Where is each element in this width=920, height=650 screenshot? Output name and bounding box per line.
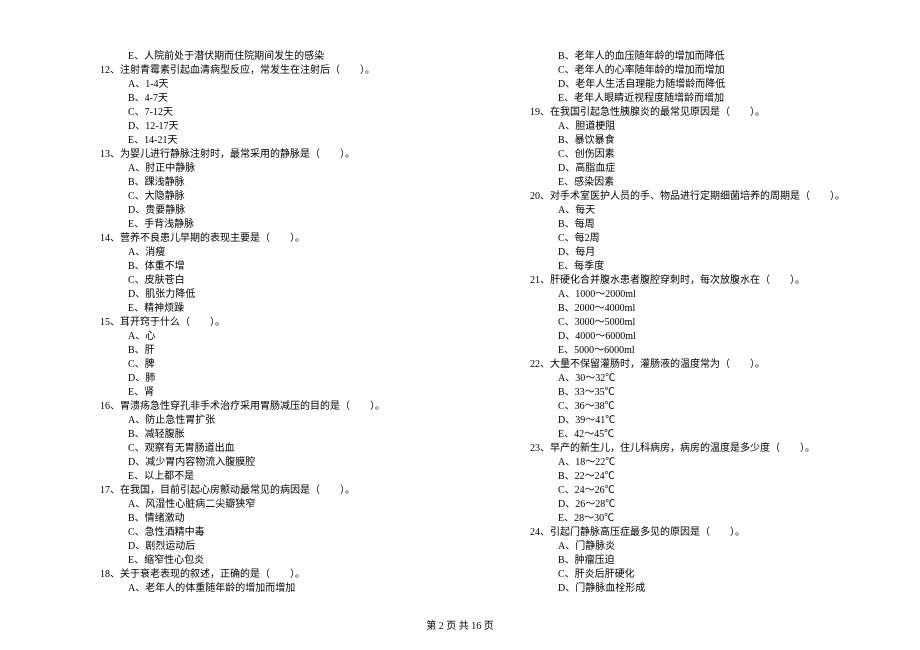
question-19: 19、在我国引起急性胰腺炎的最常见原因是（ ）。 xyxy=(530,106,880,120)
option: D、贵要静脉 xyxy=(100,204,420,218)
option: A、心 xyxy=(100,330,420,344)
option: D、39～41℃ xyxy=(530,414,880,428)
option: A、消瘦 xyxy=(100,246,420,260)
option: D、26～28℃ xyxy=(530,498,880,512)
question-16: 16、胃溃疡急性穿孔非手术治疗采用胃肠减压的目的是（ ）。 xyxy=(100,400,420,414)
left-column: E、人院前处于潜伏期而住院期间发生的感染 12、注射青霉素引起血清病型反应，常发… xyxy=(0,50,460,596)
option: B、肝 xyxy=(100,344,420,358)
option: C、24～26℃ xyxy=(530,484,880,498)
option: E、5000～6000ml xyxy=(530,344,880,358)
option: B、33～35℃ xyxy=(530,386,880,400)
question-15: 15、耳开窍于什么（ ）。 xyxy=(100,316,420,330)
option: E、以上都不是 xyxy=(100,470,420,484)
option: E、14-21天 xyxy=(100,134,420,148)
option: B、2000～4000ml xyxy=(530,302,880,316)
question-23: 23、早产的新生儿，住儿科病房，病房的温度是多少度（ ）。 xyxy=(530,442,880,456)
option: B、22～24℃ xyxy=(530,470,880,484)
page-footer: 第 2 页 共 16 页 xyxy=(0,617,920,632)
question-13: 13、为婴儿进行静脉注射时，最常采用的静脉是（ ）。 xyxy=(100,148,420,162)
option: C、7-12天 xyxy=(100,106,420,120)
option: A、风湿性心脏病二尖瓣狭窄 xyxy=(100,498,420,512)
option: A、防止急性胃扩张 xyxy=(100,414,420,428)
option: C、36～38℃ xyxy=(530,400,880,414)
right-column: B、老年人的血压随年龄的增加而降低 C、老年人的心率随年龄的增加而增加 D、老年… xyxy=(460,50,920,596)
option: D、12-17天 xyxy=(100,120,420,134)
option: B、情绪激动 xyxy=(100,512,420,526)
option: E、精神烦躁 xyxy=(100,302,420,316)
option: C、创伤因素 xyxy=(530,148,880,162)
question-22: 22、大量不保留灌肠时，灌肠液的温度常为（ ）。 xyxy=(530,358,880,372)
option: E、老年人眼睛近视程度随增龄而增加 xyxy=(530,92,880,106)
option: B、体重不增 xyxy=(100,260,420,274)
option: C、急性酒精中毒 xyxy=(100,526,420,540)
option: E、肾 xyxy=(100,386,420,400)
option: C、肝炎后肝硬化 xyxy=(530,568,880,582)
option: B、暴饮暴食 xyxy=(530,134,880,148)
option: A、胆道梗阻 xyxy=(530,120,880,134)
option: C、观察有无胃肠道出血 xyxy=(100,442,420,456)
question-21: 21、肝硬化合并腹水患者腹腔穿刺时，每次放腹水在（ ）。 xyxy=(530,274,880,288)
exam-page: E、人院前处于潜伏期而住院期间发生的感染 12、注射青霉素引起血清病型反应，常发… xyxy=(0,0,920,596)
option: D、老年人生活自理能力随增龄而降低 xyxy=(530,78,880,92)
option: A、老年人的体重随年龄的增加而增加 xyxy=(100,582,420,596)
question-12: 12、注射青霉素引起血清病型反应，常发生在注射后（ ）。 xyxy=(100,64,420,78)
option: A、每天 xyxy=(530,204,880,218)
option: B、每周 xyxy=(530,218,880,232)
option: E、感染因素 xyxy=(530,176,880,190)
option: D、肌张力降低 xyxy=(100,288,420,302)
option: C、每2周 xyxy=(530,232,880,246)
option: A、门静脉炎 xyxy=(530,540,880,554)
option: C、大隐静脉 xyxy=(100,190,420,204)
option: E、42～45℃ xyxy=(530,428,880,442)
option: E、28～30℃ xyxy=(530,512,880,526)
option: E、手背浅静脉 xyxy=(100,218,420,232)
option: D、剧烈运动后 xyxy=(100,540,420,554)
option: C、脾 xyxy=(100,358,420,372)
question-20: 20、对手术室医护人员的手、物品进行定期细菌培养的周期是（ ）。 xyxy=(530,190,880,204)
option: D、4000～6000ml xyxy=(530,330,880,344)
option: B、老年人的血压随年龄的增加而降低 xyxy=(530,50,880,64)
option: A、30～32℃ xyxy=(530,372,880,386)
option: B、肿瘤压迫 xyxy=(530,554,880,568)
option: A、肘正中静脉 xyxy=(100,162,420,176)
option: D、减少胃内容物流入腹膜腔 xyxy=(100,456,420,470)
option: E、缩窄性心包炎 xyxy=(100,554,420,568)
option: A、18～22℃ xyxy=(530,456,880,470)
option: C、老年人的心率随年龄的增加而增加 xyxy=(530,64,880,78)
option: C、3000～5000ml xyxy=(530,316,880,330)
option: C、皮肤苍白 xyxy=(100,274,420,288)
question-17: 17、在我国，目前引起心房颤动最常见的病因是（ ）。 xyxy=(100,484,420,498)
question-18: 18、关于衰老表现的叙述，正确的是（ ）。 xyxy=(100,568,420,582)
question-14: 14、营养不良患儿早期的表现主要是（ ）。 xyxy=(100,232,420,246)
option: E、每季度 xyxy=(530,260,880,274)
option: A、1-4天 xyxy=(100,78,420,92)
option: B、减轻腹胀 xyxy=(100,428,420,442)
option: D、门静脉血栓形成 xyxy=(530,582,880,596)
option: B、踝浅静脉 xyxy=(100,176,420,190)
option: D、每月 xyxy=(530,246,880,260)
question-24: 24、引起门静脉高压症最多见的原因是（ ）。 xyxy=(530,526,880,540)
option: E、人院前处于潜伏期而住院期间发生的感染 xyxy=(100,50,420,64)
option: A、1000～2000ml xyxy=(530,288,880,302)
option: D、肺 xyxy=(100,372,420,386)
option: B、4-7天 xyxy=(100,92,420,106)
option: D、高脂血症 xyxy=(530,162,880,176)
